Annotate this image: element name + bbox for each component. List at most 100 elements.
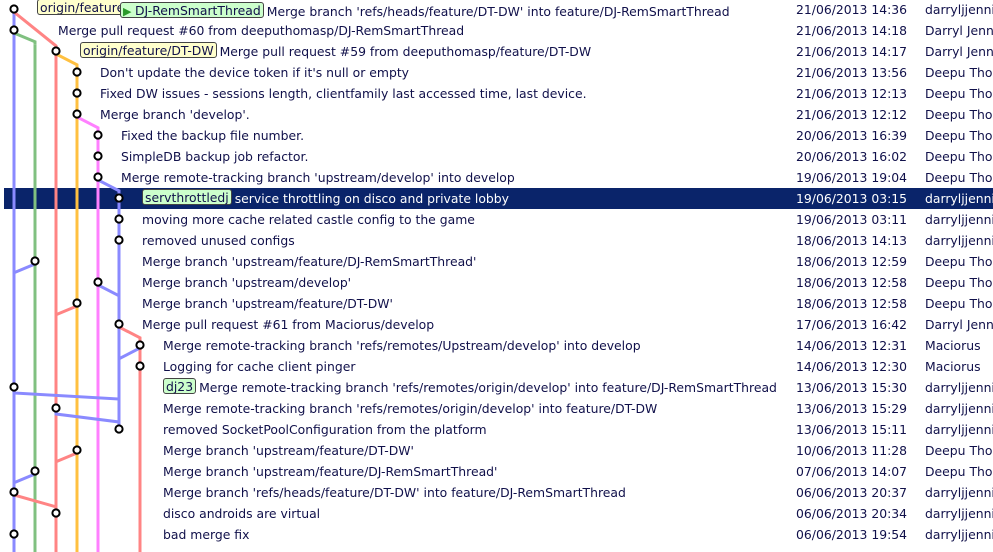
commit-message-cell: Merge pull request #60 from deeputhomasp… [58, 20, 464, 41]
commit-date: 18/06/2013 12:59 [796, 254, 908, 269]
commit-author: darryljjenni [925, 485, 993, 500]
commit-row[interactable]: removed unused configs 18/06/2013 14:13 da… [0, 230, 993, 251]
commit-message-cell: Logging for cache client pinger [163, 356, 355, 377]
commit-author: Maciorus [925, 359, 981, 374]
commit-row[interactable]: Logging for cache client pinger 14/06/201… [0, 356, 993, 377]
commit-row[interactable]: Merge branch 'upstream/feature/DJ-RemSma… [0, 461, 993, 482]
commit-row[interactable]: disco androids are virtual 06/06/2013 20:… [0, 503, 993, 524]
commit-date: 13/06/2013 15:30 [796, 380, 908, 395]
commit-author: darryljjenni [925, 233, 993, 248]
commit-date: 18/06/2013 12:58 [796, 275, 908, 290]
commit-date: 13/06/2013 15:11 [796, 422, 908, 437]
commit-message: Merge branch 'refs/heads/feature/DT-DW' … [266, 4, 730, 19]
commit-author: darryljjenni [925, 380, 993, 395]
commit-message: Merge branch 'develop'. [100, 107, 250, 122]
commit-date: 19/06/2013 03:15 [796, 191, 908, 206]
commit-row[interactable]: Merge branch 'refs/heads/feature/DT-DW' … [0, 482, 993, 503]
commit-message-cell: Merge branch 'upstream/feature/DT-DW' [142, 293, 393, 314]
commit-message-cell: Merge branch 'upstream/feature/DT-DW' [163, 440, 414, 461]
commit-message-cell: Merge pull request #61 from Maciorus/dev… [142, 314, 434, 335]
commit-row[interactable]: Merge branch 'upstream/feature/DJ-RemSma… [0, 251, 993, 272]
head-arrow-icon: ▶ [123, 5, 135, 18]
commit-row[interactable]: SimpleDB backup job refactor. 20/06/2013 … [0, 146, 993, 167]
commit-author: Deepu Tho [925, 464, 993, 479]
commit-row[interactable]: origin/feature/DT-DW Merge pull request #… [0, 41, 993, 62]
commit-date: 21/06/2013 14:18 [796, 23, 908, 38]
commit-message-cell: SimpleDB backup job refactor. [121, 146, 308, 167]
commit-message: removed unused configs [142, 233, 295, 248]
commit-message-cell: Merge remote-tracking branch 'upstream/d… [121, 167, 515, 188]
commit-message-cell: Merge branch 'refs/heads/feature/DT-DW' … [163, 482, 626, 503]
commit-author: darryljjenni [925, 506, 993, 521]
ref-label[interactable]: origin/feature/DT-DW [80, 42, 217, 58]
commit-message-cell: servthrottledj service throttling on disc… [142, 188, 509, 209]
commit-row[interactable]: removed SocketPoolConfiguration from the… [0, 419, 993, 440]
ref-label[interactable]: dj23 [163, 378, 197, 394]
commit-row[interactable]: Merge pull request #61 from Maciorus/dev… [0, 314, 993, 335]
commit-author: darryljjenni [925, 191, 993, 206]
commit-message-cell: Merge branch 'develop'. [100, 104, 250, 125]
commit-message-cell: Merge branch 'upstream/feature/DJ-RemSma… [163, 461, 497, 482]
commit-row[interactable]: servthrottledj service throttling on disc… [4, 188, 993, 209]
commit-row[interactable]: Merge remote-tracking branch 'refs/remot… [0, 335, 993, 356]
commit-row[interactable]: origin/feature▶ DJ-RemSmartThread Merge b… [0, 0, 993, 20]
ref-label[interactable]: ▶ DJ-RemSmartThread [120, 2, 264, 18]
commit-author: darryljjenni [925, 212, 993, 227]
commit-message: Merge pull request #60 from deeputhomasp… [58, 23, 465, 38]
commit-author: Deepu Tho [925, 296, 993, 311]
commit-message: service throttling on disco and private … [234, 191, 509, 206]
commit-date: 19/06/2013 19:04 [796, 170, 908, 185]
commit-message-cell: origin/feature▶ DJ-RemSmartThread Merge b… [37, 0, 730, 22]
commit-row[interactable]: Merge branch 'upstream/feature/DT-DW' 10/… [0, 440, 993, 461]
commit-row[interactable]: Don't update the device token if it's nu… [0, 62, 993, 83]
commit-row[interactable]: Merge remote-tracking branch 'refs/remot… [0, 398, 993, 419]
commit-row[interactable]: Merge branch 'upstream/feature/DT-DW' 18/… [0, 293, 993, 314]
commit-row[interactable]: Merge pull request #60 from deeputhomasp… [0, 20, 993, 41]
commit-row[interactable]: Fixed DW issues - sessions length, clien… [0, 83, 993, 104]
commit-date: 14/06/2013 12:30 [796, 359, 908, 374]
commit-row[interactable]: bad merge fix 06/06/2013 19:54 darryljjenn… [0, 524, 993, 545]
commit-message-cell: dj23 Merge remote-tracking branch 'refs/r… [163, 377, 777, 398]
commit-message: Merge remote-tracking branch 'upstream/d… [121, 170, 515, 185]
commit-message-cell: bad merge fix [163, 524, 249, 545]
commit-author: Darryl Jenn [925, 317, 993, 332]
commit-message: Merge branch 'upstream/feature/DT-DW' [163, 443, 414, 458]
commit-message-cell: origin/feature/DT-DW Merge pull request #… [80, 41, 591, 62]
commit-author: darryljjenni [925, 527, 993, 542]
commit-date: 20/06/2013 16:39 [796, 128, 908, 143]
commit-message: Merge branch 'upstream/feature/DT-DW' [142, 296, 393, 311]
commit-message: Merge remote-tracking branch 'refs/remot… [199, 380, 777, 395]
ref-label[interactable]: servthrottledj [142, 189, 232, 205]
commit-message: Merge branch 'refs/heads/feature/DT-DW' … [163, 485, 626, 500]
commit-row[interactable]: Merge remote-tracking branch 'upstream/d… [0, 167, 993, 188]
commit-author: Darryl Jenn [925, 23, 993, 38]
commit-message-cell: Merge remote-tracking branch 'refs/remot… [163, 335, 641, 356]
commit-message: Merge branch 'upstream/feature/DJ-RemSma… [142, 254, 477, 269]
commit-author: darryljjenni [925, 401, 993, 416]
commit-message-cell: removed SocketPoolConfiguration from the… [163, 419, 487, 440]
commit-message: Merge branch 'upstream/develop' [142, 275, 352, 290]
commit-message: removed SocketPoolConfiguration from the… [163, 422, 487, 437]
commit-date: 06/06/2013 20:37 [796, 485, 908, 500]
commit-message-cell: Merge branch 'upstream/develop' [142, 272, 351, 293]
commit-message: Fixed the backup file number. [121, 128, 305, 143]
commit-row[interactable]: dj23 Merge remote-tracking branch 'refs/r… [0, 377, 993, 398]
commit-message: bad merge fix [163, 527, 250, 542]
commit-message: moving more cache related castle config … [142, 212, 475, 227]
commit-message: SimpleDB backup job refactor. [121, 149, 309, 164]
commit-row[interactable]: moving more cache related castle config … [0, 209, 993, 230]
commit-date: 20/06/2013 16:02 [796, 149, 908, 164]
commit-date: 13/06/2013 15:29 [796, 401, 908, 416]
commit-row[interactable]: Merge branch 'upstream/develop' 18/06/201… [0, 272, 993, 293]
commit-message: Merge branch 'upstream/feature/DJ-RemSma… [163, 464, 498, 479]
commit-row[interactable]: Fixed the backup file number. 20/06/2013 … [0, 125, 993, 146]
commit-date: 06/06/2013 20:34 [796, 506, 908, 521]
commit-message-cell: Merge remote-tracking branch 'refs/remot… [163, 398, 657, 419]
commit-message: Merge remote-tracking branch 'refs/remot… [163, 338, 641, 353]
commit-date: 21/06/2013 13:56 [796, 65, 908, 80]
commit-author: Deepu Tho [925, 170, 993, 185]
ref-label[interactable]: origin/feature [37, 0, 120, 15]
commit-message: Merge pull request #61 from Maciorus/dev… [142, 317, 435, 332]
commit-row[interactable]: Merge branch 'develop'. 21/06/2013 12:12 D… [0, 104, 993, 125]
commit-author: darryljjenni [925, 2, 993, 17]
